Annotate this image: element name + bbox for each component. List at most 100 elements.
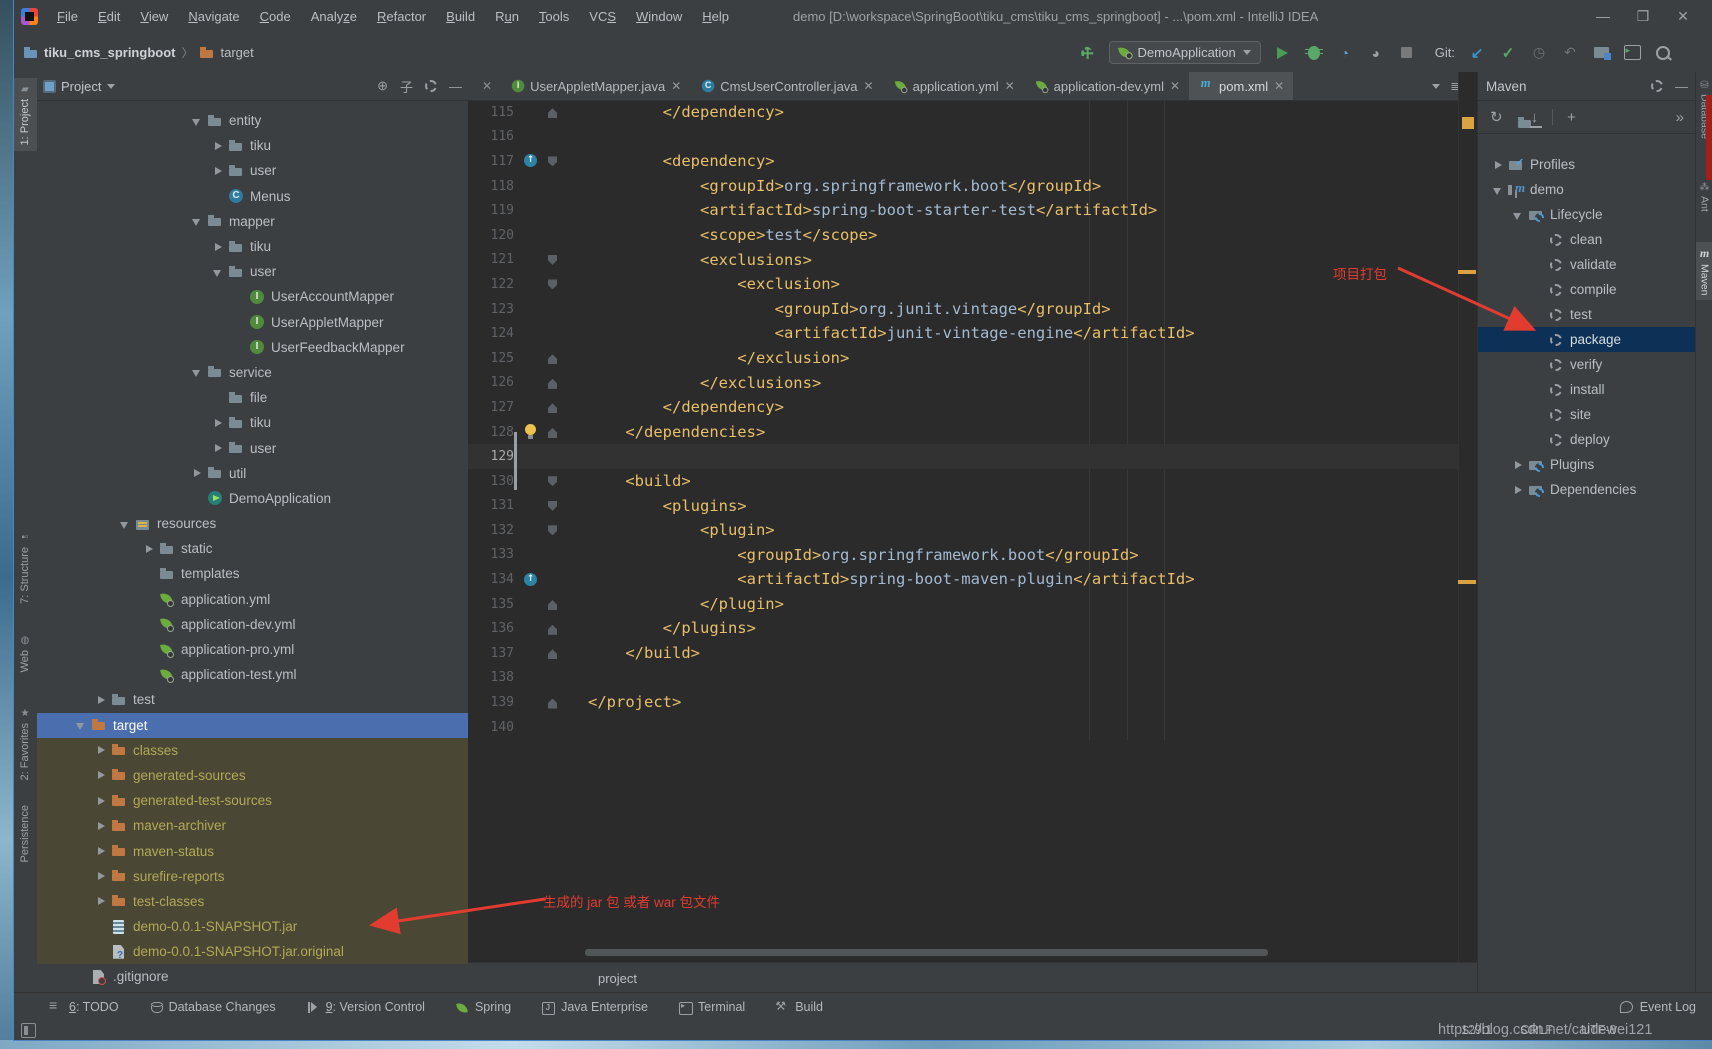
tree-arrow-icon[interactable] [74,718,90,732]
tree-row[interactable]: UserAppletMapper [37,310,468,335]
maven-tree-row[interactable]: Dependencies [1478,477,1696,502]
tree-arrow-icon[interactable] [232,290,248,304]
menu-item[interactable]: View [131,6,177,27]
git-update-icon[interactable]: ↙ [1468,44,1486,62]
code-line[interactable]: 140 [468,715,1477,740]
tree-arrow-icon[interactable] [94,844,110,858]
editor-tab[interactable]: CmsUserController.java ✕ [690,72,882,100]
menu-item[interactable]: VCS [580,6,625,27]
tree-arrow-icon[interactable] [142,567,158,581]
fold-marker-icon[interactable] [544,621,564,637]
tree-arrow-icon[interactable] [1531,283,1547,297]
tree-arrow-icon[interactable] [1531,233,1547,247]
warning-stripe-mark[interactable] [1458,270,1476,274]
gutter-icon[interactable] [518,178,544,194]
tree-row[interactable]: generated-test-sources [37,788,468,813]
gutter-icon[interactable] [518,203,544,219]
fold-marker-icon[interactable] [544,547,564,563]
tree-row[interactable]: generated-sources [37,763,468,788]
code-line[interactable]: 116 [468,125,1477,150]
tree-arrow-icon[interactable] [211,416,227,430]
tree-arrow-icon[interactable] [1531,258,1547,272]
fold-marker-icon[interactable] [544,719,564,735]
maven-tree-row[interactable]: clean [1478,227,1696,252]
gutter-icon[interactable] [518,719,544,735]
menu-item[interactable]: Analyze [302,6,366,27]
tree-arrow-icon[interactable] [190,365,206,379]
menu-item[interactable]: Navigate [179,6,248,27]
fold-marker-icon[interactable] [544,572,564,588]
maven-tree-row[interactable]: validate [1478,252,1696,277]
gutter-icon[interactable] [518,276,544,292]
gutter-icon[interactable] [518,695,544,711]
gutter-icon[interactable] [518,350,544,366]
code-line[interactable]: 123 <groupId>org.junit.vintage</groupId> [468,297,1477,322]
tree-arrow-icon[interactable] [1531,408,1547,422]
tree-arrow-icon[interactable] [142,668,158,682]
menu-item[interactable]: Edit [89,6,129,27]
tree-row[interactable]: classes [37,738,468,763]
fold-marker-icon[interactable] [544,301,564,317]
gutter-icon[interactable] [518,252,544,268]
toolwindow-button[interactable]: Terminal [678,1000,745,1014]
maven-tree-row[interactable]: deploy [1478,427,1696,452]
sidebar-tab-favorites[interactable]: ★ 2: Favorites [13,708,37,780]
run-anything-icon[interactable] [1624,45,1641,60]
more-actions-icon[interactable]: » [1676,109,1684,126]
tree-arrow-icon[interactable] [211,391,227,405]
maven-tree-row[interactable]: test [1478,302,1696,327]
gutter-icon[interactable] [518,104,544,120]
tree-arrow-icon[interactable] [1511,483,1527,497]
tree-arrow-icon[interactable] [1491,183,1507,197]
fold-marker-icon[interactable] [544,670,564,686]
fold-marker-icon[interactable] [544,375,564,391]
tree-arrow-icon[interactable] [94,920,110,934]
run-button[interactable] [1277,47,1288,59]
error-stripe[interactable] [1458,72,1477,962]
code-line[interactable]: 133 <groupId>org.springframework.boot</g… [468,543,1477,568]
chevron-down-icon[interactable] [107,84,115,89]
code-line[interactable]: 117 <dependency> [468,149,1477,174]
tree-row[interactable]: test-classes [37,889,468,914]
gutter-icon[interactable] [518,129,544,145]
tree-arrow-icon[interactable] [1511,208,1527,222]
tree-row[interactable]: maven-status [37,838,468,863]
close-icon[interactable]: ✕ [482,79,492,93]
close-button[interactable]: ✕ [1676,8,1690,25]
tree-row[interactable]: tiku [37,234,468,259]
maven-tree-row[interactable]: site [1478,402,1696,427]
download-icon[interactable]: ↓ [1531,109,1539,126]
tab-close-icon[interactable]: ✕ [671,79,681,93]
tree-row[interactable]: maven-archiver [37,813,468,838]
gutter-icon[interactable] [518,301,544,317]
tree-arrow-icon[interactable] [190,466,206,480]
code-line[interactable]: 126 </exclusions> [468,371,1477,396]
tree-arrow-icon[interactable] [211,441,227,455]
hide-panel-icon[interactable]: — [449,79,462,94]
code-line[interactable]: 138 [468,666,1477,691]
add-maven-project-icon[interactable]: + [1567,109,1576,126]
fold-marker-icon[interactable] [544,178,564,194]
toolwindow-switcher-icon[interactable] [21,1023,36,1038]
sidebar-tab-ant[interactable]: ⁂ Ant [1696,182,1712,212]
debug-button[interactable] [1308,46,1320,60]
gutter-icon[interactable] [518,645,544,661]
tree-row[interactable]: .gitignore [37,964,468,989]
tree-arrow-icon[interactable] [1531,308,1547,322]
fold-marker-icon[interactable] [544,645,564,661]
tab-list-chevron-icon[interactable] [1432,84,1440,89]
code-line[interactable]: 128 </dependencies> [468,420,1477,445]
sidebar-tab-web[interactable]: ◍ Web [13,635,37,672]
gutter-icon[interactable] [518,449,544,465]
tree-row[interactable]: mapper [37,209,468,234]
menu-item[interactable]: Help [693,6,738,27]
code-line[interactable]: 132 <plugin> [468,518,1477,543]
tree-arrow-icon[interactable] [94,869,110,883]
code-line[interactable]: 125 </exclusion> [468,346,1477,371]
minimize-button[interactable]: — [1596,8,1610,25]
tree-arrow-icon[interactable] [1531,433,1547,447]
tree-arrow-icon[interactable] [211,139,227,153]
gutter-icon[interactable] [518,498,544,514]
search-everywhere-icon[interactable] [1656,46,1670,60]
maven-tree-row[interactable]: Plugins [1478,452,1696,477]
